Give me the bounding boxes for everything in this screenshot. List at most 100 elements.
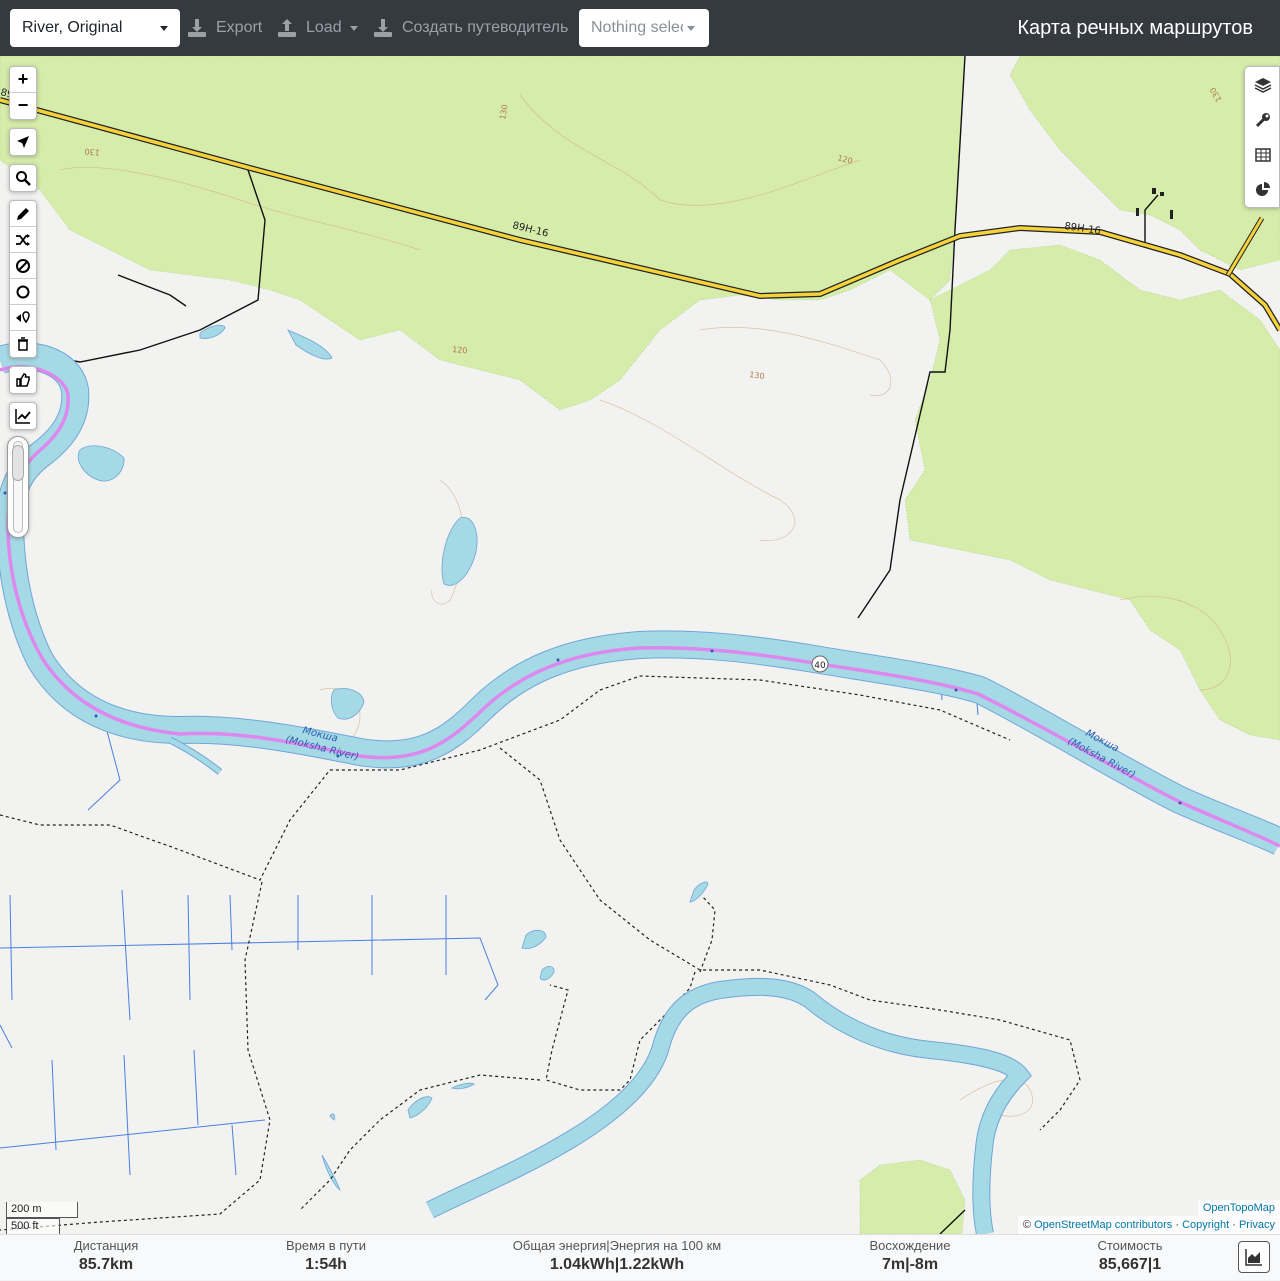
settings-button[interactable] <box>1245 102 1279 137</box>
layers-icon <box>1254 78 1272 93</box>
search-control <box>9 164 37 192</box>
chevron-down-icon <box>160 26 168 31</box>
stat-energy-per100: 1.22 <box>619 1256 651 1273</box>
locate-control <box>9 128 37 156</box>
stat-time-label: Время в пути <box>286 1238 366 1253</box>
opacity-slider[interactable] <box>7 436 29 538</box>
circle-button[interactable] <box>10 279 36 305</box>
search-icon <box>16 171 31 186</box>
load-label: Load <box>306 19 342 36</box>
pencil-icon <box>17 208 29 220</box>
reverse-route-button[interactable] <box>10 227 36 253</box>
right-controls <box>1244 66 1280 208</box>
download-icon <box>374 19 392 37</box>
line-chart-icon <box>15 409 31 424</box>
profile-select[interactable]: River, Original <box>10 9 180 47</box>
privacy-link[interactable]: Privacy <box>1239 1219 1275 1231</box>
stat-distance-unit: km <box>110 1256 134 1273</box>
load-button[interactable]: Load <box>277 9 359 47</box>
contour-label: 130 <box>84 147 100 157</box>
stat-distance-label: Дистанция <box>73 1238 139 1253</box>
top-navbar: River, Original Export Load Создать путе… <box>0 0 1280 56</box>
ban-icon <box>16 259 30 273</box>
zoom-in-button[interactable]: + <box>10 67 36 93</box>
stats-bar: Дистанция 85.7km Время в пути 1:54h Обща… <box>0 1234 1280 1280</box>
stat-time-value: 1:54 <box>305 1256 338 1273</box>
separator: · <box>1232 1219 1236 1231</box>
stat-energy: Общая энергия|Энергия на 100 км 1.04kWh|… <box>487 1235 747 1281</box>
elevation-button[interactable] <box>10 403 36 429</box>
map-view[interactable]: 40 89Н-16 89Н-16 89 130 120 130 120 130 … <box>0 56 1280 1234</box>
osm-link[interactable]: OpenStreetMap contributors <box>1034 1219 1172 1231</box>
contour-label: 120 <box>452 345 468 355</box>
thumb-control <box>9 366 37 394</box>
route-select-placeholder: Nothing selected <box>591 19 683 36</box>
separator: · <box>1175 1219 1179 1231</box>
pie-chart-icon <box>1256 182 1270 196</box>
export-label: Export <box>216 19 263 36</box>
upload-icon <box>278 19 296 37</box>
opentopomap-link[interactable]: OpenTopoMap <box>1203 1202 1275 1214</box>
stat-cost: Стоимость 85,667|1 <box>1070 1235 1190 1281</box>
stat-ascent-unit: m <box>923 1256 939 1273</box>
stat-cost-value2: 1 <box>1152 1256 1162 1273</box>
stat-energy-label: Общая энергия|Энергия на 100 км <box>512 1238 722 1253</box>
no-go-area-button[interactable] <box>10 253 36 279</box>
create-guide-button[interactable]: Создать путеводитель <box>373 9 573 47</box>
area-chart-icon <box>1245 1249 1262 1266</box>
app-title: Карта речных маршрутов <box>1017 17 1253 39</box>
route-marker-label: 40 <box>814 661 826 671</box>
stat-ascent-unit: m <box>890 1256 906 1273</box>
locate-button[interactable] <box>10 129 36 155</box>
export-button[interactable]: Export <box>187 9 267 47</box>
search-button[interactable] <box>10 165 36 191</box>
stat-ascent-label: Восхождение <box>869 1238 951 1253</box>
route-select[interactable]: Nothing selected <box>579 9 709 47</box>
zoom-control: + − <box>9 66 37 120</box>
map-marker-icon <box>16 311 30 324</box>
edit-toolbar <box>9 200 37 358</box>
stat-energy-unit: kWh <box>650 1256 685 1273</box>
poi-button[interactable] <box>10 305 36 331</box>
stat-energy-total: 1.04 <box>549 1256 581 1273</box>
map-tiles[interactable]: 40 89Н-16 89Н-16 89 130 120 130 120 130 … <box>0 56 1280 1234</box>
stat-ascent-up: 7 <box>881 1256 891 1273</box>
stat-cost-label: Стоимость <box>1097 1238 1163 1253</box>
location-arrow-icon <box>17 136 29 148</box>
thumbs-up-icon <box>16 373 30 387</box>
attribution: OpenTopoMap © OpenStreetMap contributors… <box>1017 1200 1280 1234</box>
stat-time: Время в пути 1:54h <box>266 1235 386 1281</box>
stat-distance-value: 85.7 <box>78 1256 110 1273</box>
chevron-down-icon <box>687 26 695 31</box>
table-button[interactable] <box>1245 137 1279 172</box>
stat-energy-unit: kWh <box>580 1256 615 1273</box>
stat-ascent-down: -8 <box>909 1256 924 1273</box>
trash-icon <box>18 337 28 351</box>
profile-select-value: River, Original <box>22 19 123 36</box>
stat-time-unit: h <box>337 1256 347 1273</box>
scale-bar: 200 m 500 ft <box>6 1202 78 1234</box>
create-guide-label: Создать путеводитель <box>402 19 569 36</box>
stat-ascent: Восхождение 7m|-8m <box>850 1235 970 1281</box>
download-icon <box>188 19 206 37</box>
slider-handle[interactable] <box>12 445 24 481</box>
copyright-link[interactable]: Copyright <box>1182 1219 1229 1231</box>
statistics-button[interactable] <box>1245 172 1279 207</box>
chevron-down-icon <box>350 26 358 31</box>
draw-route-button[interactable] <box>10 201 36 227</box>
shuffle-icon <box>16 234 30 246</box>
route-km-marker[interactable]: 40 <box>811 655 829 673</box>
copyright-symbol: © <box>1022 1219 1032 1231</box>
zoom-out-button[interactable]: − <box>10 93 36 119</box>
wrench-icon <box>1255 113 1270 128</box>
scale-imperial: 500 ft <box>6 1218 60 1234</box>
circle-icon <box>16 285 30 299</box>
table-icon <box>1255 148 1271 162</box>
elevation-chart-button[interactable] <box>1238 1241 1270 1273</box>
scale-metric: 200 m <box>6 1202 78 1218</box>
delete-route-button[interactable] <box>10 331 36 357</box>
elevation-control <box>9 402 37 430</box>
thumb-button[interactable] <box>10 367 36 393</box>
layers-button[interactable] <box>1245 67 1279 102</box>
stat-cost-value: 85,667 <box>1098 1256 1148 1273</box>
